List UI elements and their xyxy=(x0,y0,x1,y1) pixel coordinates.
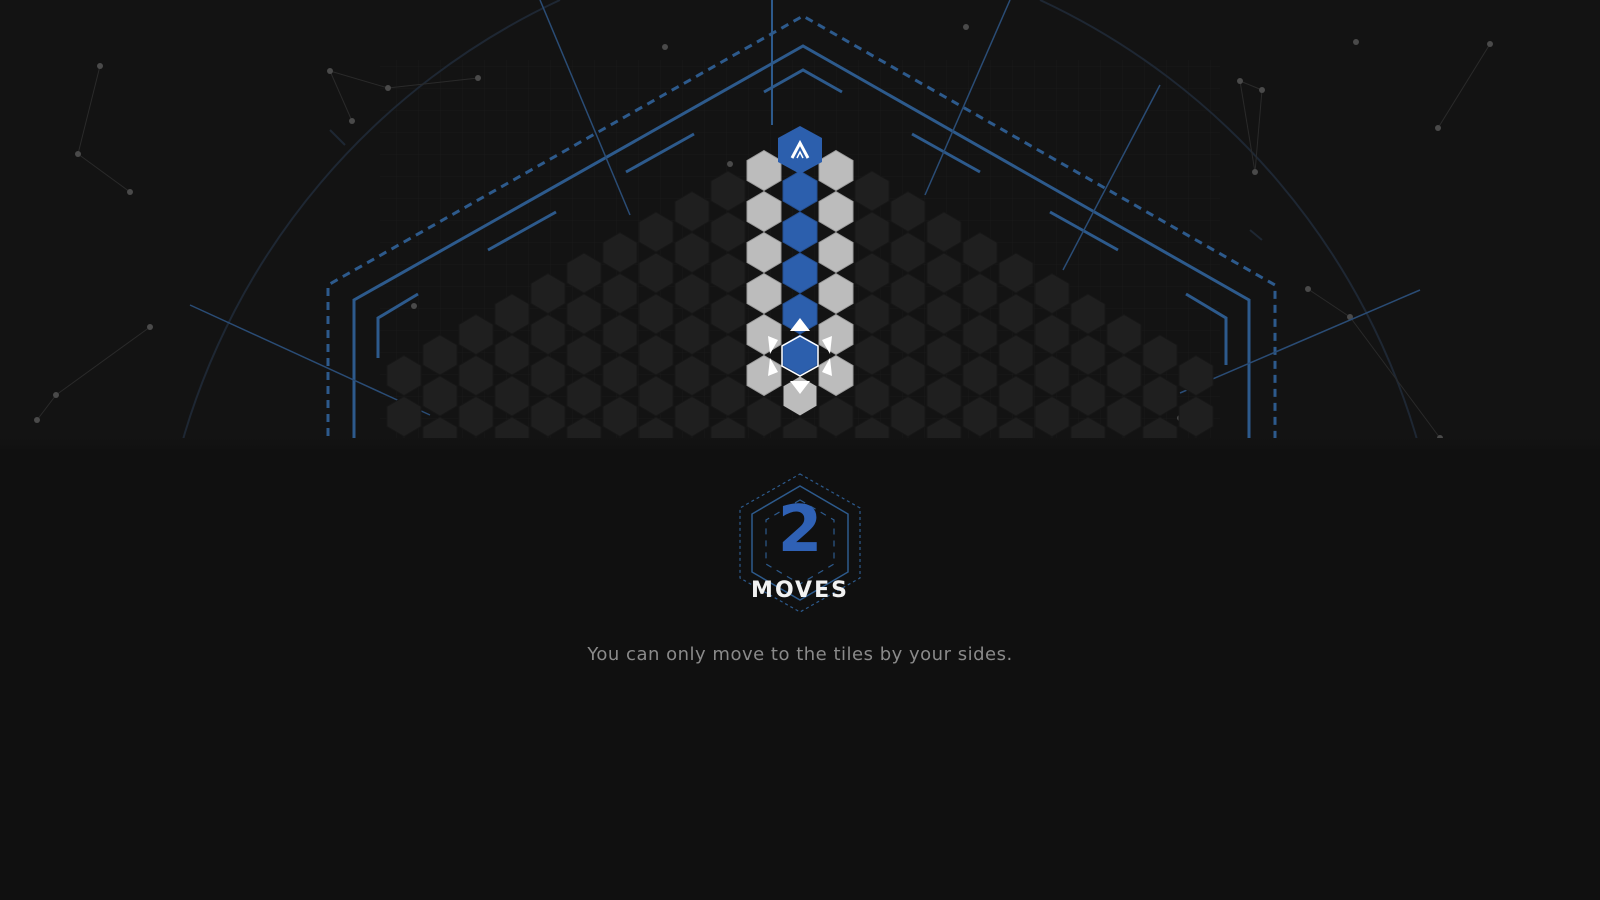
player-path xyxy=(782,170,818,376)
moves-count: 2 xyxy=(777,493,823,567)
game-board-area xyxy=(0,0,1600,450)
board-divider xyxy=(0,438,1600,452)
game-board xyxy=(34,0,1493,450)
moves-label: MOVES xyxy=(751,578,849,603)
moves-counter-badge: 2 MOVES xyxy=(736,470,864,618)
hint-text: You can only move to the tiles by your s… xyxy=(587,644,1013,665)
